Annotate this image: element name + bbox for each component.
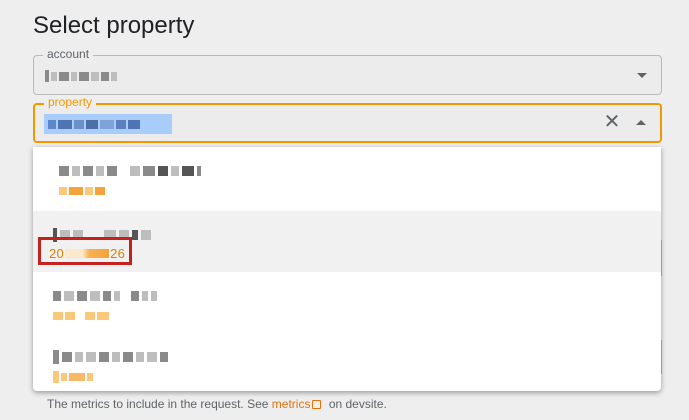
help-text-before: The metrics to include in the request. S… bbox=[47, 397, 269, 411]
option-name bbox=[53, 165, 661, 177]
page-title: Select property bbox=[33, 12, 195, 39]
option-name bbox=[53, 350, 661, 364]
metrics-help-text: The metrics to include in the request. S… bbox=[47, 397, 387, 411]
property-dropdown-list: 20 26 bbox=[33, 147, 661, 391]
list-item[interactable]: 20 26 bbox=[33, 211, 661, 272]
highlighted-option-id: 20 26 bbox=[38, 237, 132, 265]
dropdown-arrow-icon[interactable] bbox=[637, 73, 647, 78]
option-id-suffix: 26 bbox=[110, 245, 126, 261]
account-value bbox=[45, 69, 117, 83]
property-search-input[interactable] bbox=[44, 114, 172, 134]
metrics-link[interactable]: metrics bbox=[272, 397, 311, 411]
option-id-redacted bbox=[65, 248, 110, 258]
property-select[interactable]: property ✕ bbox=[33, 95, 662, 143]
clear-icon[interactable]: ✕ bbox=[602, 112, 622, 132]
help-text-after: on devsite. bbox=[328, 397, 387, 411]
option-id bbox=[53, 371, 661, 383]
option-id bbox=[53, 310, 661, 322]
property-label: property bbox=[44, 95, 97, 109]
external-link-icon[interactable] bbox=[312, 400, 322, 409]
account-select[interactable]: account bbox=[33, 47, 662, 95]
account-label: account bbox=[43, 47, 94, 61]
list-item[interactable] bbox=[33, 272, 661, 333]
option-name bbox=[53, 228, 661, 242]
list-item[interactable] bbox=[33, 333, 661, 391]
option-id-prefix: 20 bbox=[49, 245, 65, 261]
list-item[interactable] bbox=[33, 147, 661, 211]
option-name bbox=[53, 290, 661, 302]
collapse-arrow-icon[interactable] bbox=[636, 120, 646, 125]
option-id bbox=[53, 185, 661, 197]
